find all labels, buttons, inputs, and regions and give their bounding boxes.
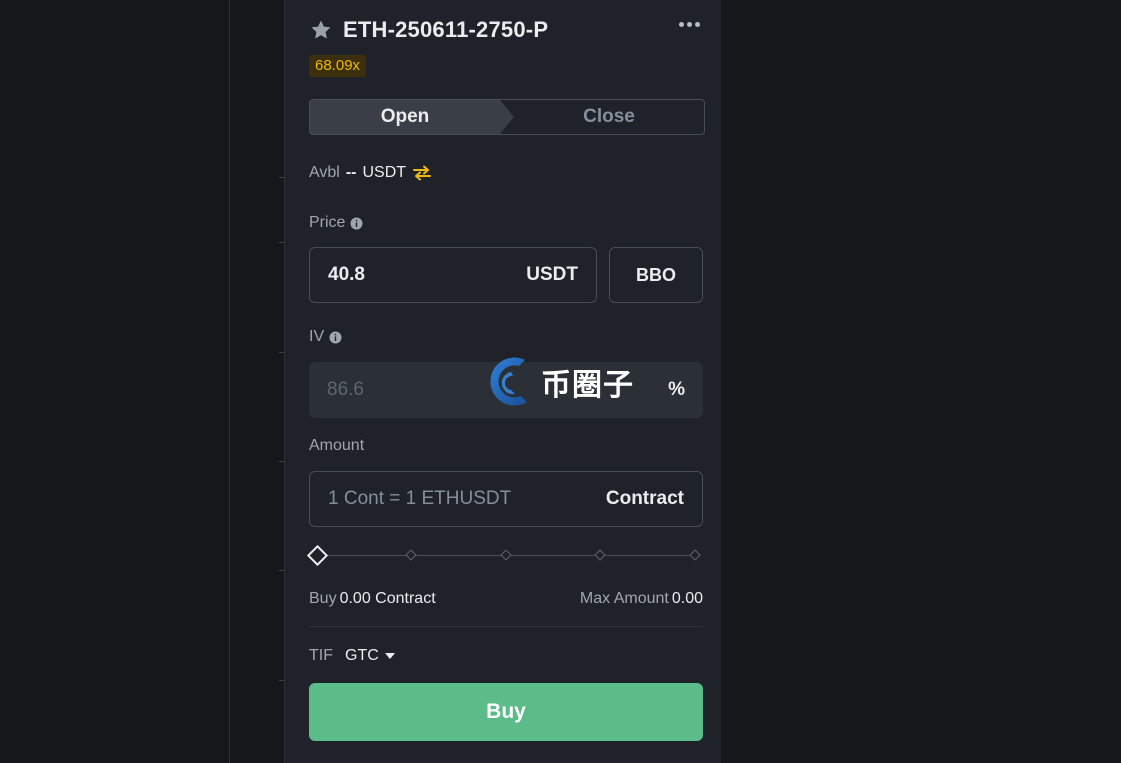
tif-label: TIF xyxy=(309,647,333,664)
slider-step-25[interactable] xyxy=(405,549,417,561)
iv-value: 86.6 xyxy=(327,379,364,400)
order-panel: ETH-250611-2750-P 68.09x Open Close Avbl… xyxy=(284,0,721,763)
symbol-title: ETH-250611-2750-P xyxy=(343,17,549,42)
tab-open[interactable]: Open xyxy=(310,100,514,134)
buy-summary-value: 0.00 Contract xyxy=(339,590,436,607)
amount-label: Amount xyxy=(309,437,365,454)
open-close-tabs: Open Close xyxy=(309,99,705,135)
amount-summary: Buy 0.00 Contract Max Amount 0.00 xyxy=(309,587,703,611)
iv-label: IV xyxy=(309,328,325,345)
star-icon[interactable] xyxy=(309,18,333,42)
amount-slider[interactable] xyxy=(306,544,703,567)
caret-down-icon xyxy=(384,652,395,660)
tif-row: TIF GTC xyxy=(309,644,703,668)
more-options-icon[interactable] xyxy=(679,18,703,30)
amount-placeholder: 1 Cont = 1 ETHUSDT xyxy=(328,488,512,509)
max-amount: Max Amount 0.00 xyxy=(580,590,703,608)
max-amount-value: 0.00 xyxy=(671,590,703,607)
price-label-row: Price xyxy=(309,212,703,234)
buy-button-label: Buy xyxy=(486,700,526,723)
amount-unit[interactable]: Contract xyxy=(606,488,684,510)
bbo-button[interactable]: BBO xyxy=(609,247,703,303)
buy-button[interactable]: Buy xyxy=(309,683,703,741)
divider xyxy=(309,626,703,627)
slider-step-50[interactable] xyxy=(500,549,512,561)
slider-step-75[interactable] xyxy=(594,549,606,561)
slider-handle[interactable] xyxy=(306,544,329,567)
tab-close[interactable]: Close xyxy=(514,100,704,134)
tab-open-label: Open xyxy=(380,106,430,127)
iv-label-row: IV xyxy=(309,326,703,348)
available-balance: Avbl -- USDT xyxy=(309,160,703,186)
available-label: Avbl xyxy=(309,164,340,181)
iv-input[interactable]: 86.6 % xyxy=(309,362,703,418)
price-label: Price xyxy=(309,214,346,231)
title-row: ETH-250611-2750-P xyxy=(309,14,703,46)
info-icon[interactable] xyxy=(350,217,363,230)
available-unit: USDT xyxy=(362,164,407,181)
chart-divider-line xyxy=(229,0,230,763)
amount-label-row: Amount xyxy=(309,435,703,457)
price-value: 40.8 xyxy=(328,264,365,285)
iv-unit: % xyxy=(668,379,685,400)
leverage-row: 68.09x xyxy=(309,55,703,77)
tif-value: GTC xyxy=(345,647,379,664)
leverage-badge: 68.09x xyxy=(309,55,367,77)
price-unit: USDT xyxy=(526,264,578,285)
bbo-label: BBO xyxy=(636,264,676,285)
amount-input[interactable]: 1 Cont = 1 ETHUSDT Contract xyxy=(309,471,703,527)
info-icon[interactable] xyxy=(329,331,342,344)
price-input[interactable]: 40.8 USDT xyxy=(309,247,597,303)
max-amount-label: Max Amount xyxy=(579,590,669,607)
tab-close-label: Close xyxy=(583,106,635,127)
slider-step-100[interactable] xyxy=(689,549,701,561)
available-value: -- xyxy=(345,164,357,181)
transfer-icon[interactable] xyxy=(412,165,432,181)
tif-select[interactable]: GTC xyxy=(345,647,395,665)
buy-summary-label: Buy xyxy=(309,590,337,607)
